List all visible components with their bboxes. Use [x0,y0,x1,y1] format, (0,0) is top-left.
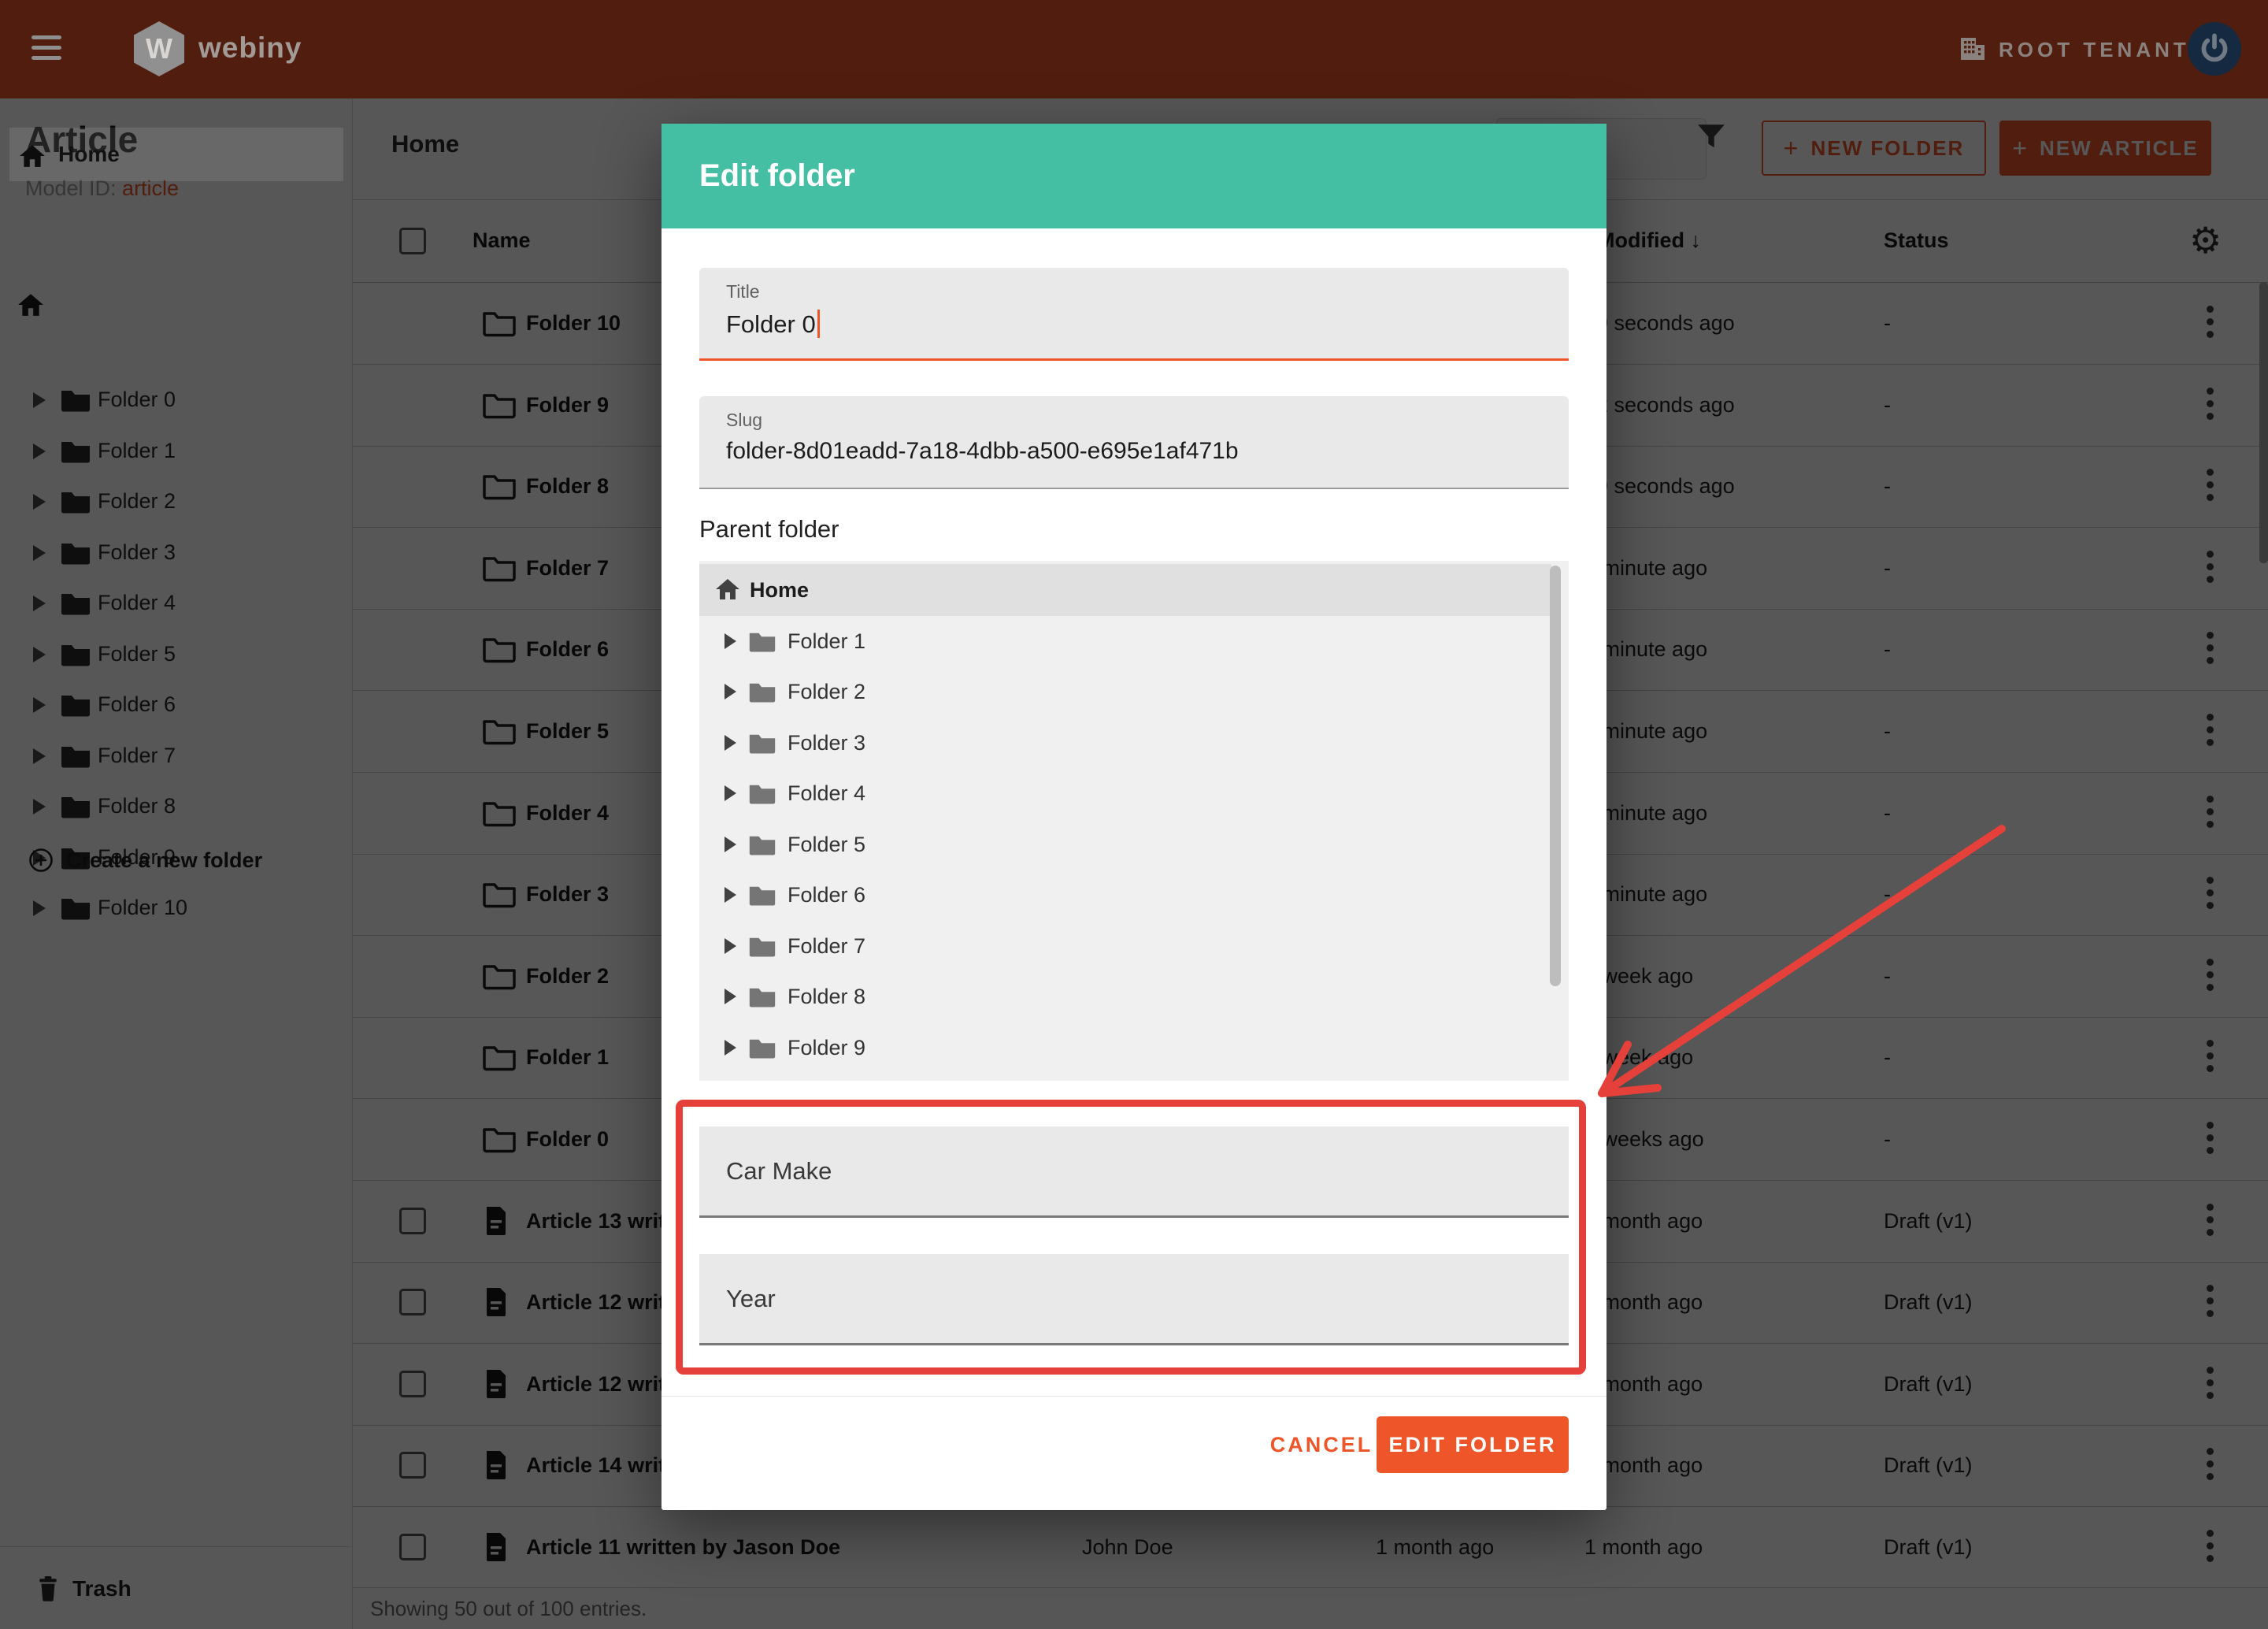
dialog-footer-divider [662,1396,1606,1397]
expand-caret-icon[interactable] [724,735,736,751]
expand-caret-icon[interactable] [724,785,736,801]
page-scrollbar[interactable] [2259,282,2268,563]
folder-icon [748,833,776,856]
folder-icon [748,985,776,1008]
expand-caret-icon[interactable] [724,938,736,954]
folder-icon [748,630,776,653]
home-icon [19,144,46,168]
building-icon [1959,36,1986,60]
dialog-header: Edit folder [662,124,1606,228]
tree-item-folder-9[interactable]: Folder 9 [699,1022,1551,1073]
expand-caret-icon[interactable] [724,684,736,699]
expand-caret-icon[interactable] [724,1040,736,1056]
expand-caret-icon[interactable] [724,633,736,649]
logout-power-button[interactable] [2188,22,2241,76]
folder-icon [748,884,776,907]
webiny-logo-wordmark: webiny [198,32,302,65]
tree-item-folder-4[interactable]: Folder 4 [699,768,1551,818]
slug-field-value: folder-8d01eadd-7a18-4dbb-a500-e695e1af4… [726,438,1239,465]
root-tenant-label[interactable]: ROOT TENANT [1999,38,2190,62]
power-icon [2199,32,2230,65]
tree-item-home[interactable]: Home [699,564,1551,616]
cancel-button[interactable]: CANCEL [1251,1416,1392,1473]
folder-icon [748,935,776,958]
folder-icon [748,732,776,755]
tree-item-folder-3[interactable]: Folder 3 [699,718,1551,768]
dialog-title: Edit folder [699,124,855,228]
tree-home-label: Home [750,564,809,616]
app-window: W webiny ROOT TENANT Article Model ID: a… [0,0,2268,1629]
sidebar-item-home[interactable]: Home [9,128,343,181]
tree-item-folder-1[interactable]: Folder 1 [699,616,1551,666]
tree-item-folder-6[interactable]: Folder 6 [699,870,1551,920]
expand-caret-icon[interactable] [724,837,736,852]
slug-field[interactable]: Slug folder-8d01eadd-7a18-4dbb-a500-e695… [699,396,1569,489]
sidebar-home-label: Home [58,128,120,181]
tree-item-folder-7[interactable]: Folder 7 [699,921,1551,971]
expand-caret-icon[interactable] [724,887,736,903]
webiny-logo-mark: W [134,21,184,76]
text-cursor [817,310,820,338]
annotation-highlight-rectangle [676,1100,1586,1375]
tree-scrollbar[interactable] [1550,566,1561,986]
folder-icon [748,782,776,805]
tree-item-folder-8[interactable]: Folder 8 [699,971,1551,1022]
tree-item-folder-5[interactable]: Folder 5 [699,819,1551,870]
title-field-value: Folder 0 [726,310,820,339]
edit-folder-submit-button[interactable]: EDIT FOLDER [1377,1416,1569,1473]
webiny-logo: W [134,21,184,76]
slug-field-label: Slug [726,410,762,431]
home-icon [715,578,740,600]
parent-folder-tree: Home Folder 1 Folder 2 Folder 3 Folder 4 [699,561,1569,1081]
title-field[interactable]: Title Folder 0 [699,268,1569,361]
folder-icon [748,1037,776,1059]
expand-caret-icon[interactable] [724,989,736,1004]
folder-icon [748,681,776,703]
title-field-label: Title [726,281,760,302]
parent-folder-label: Parent folder [699,515,839,544]
tree-item-folder-2[interactable]: Folder 2 [699,666,1551,717]
hamburger-menu-icon[interactable] [32,35,61,66]
